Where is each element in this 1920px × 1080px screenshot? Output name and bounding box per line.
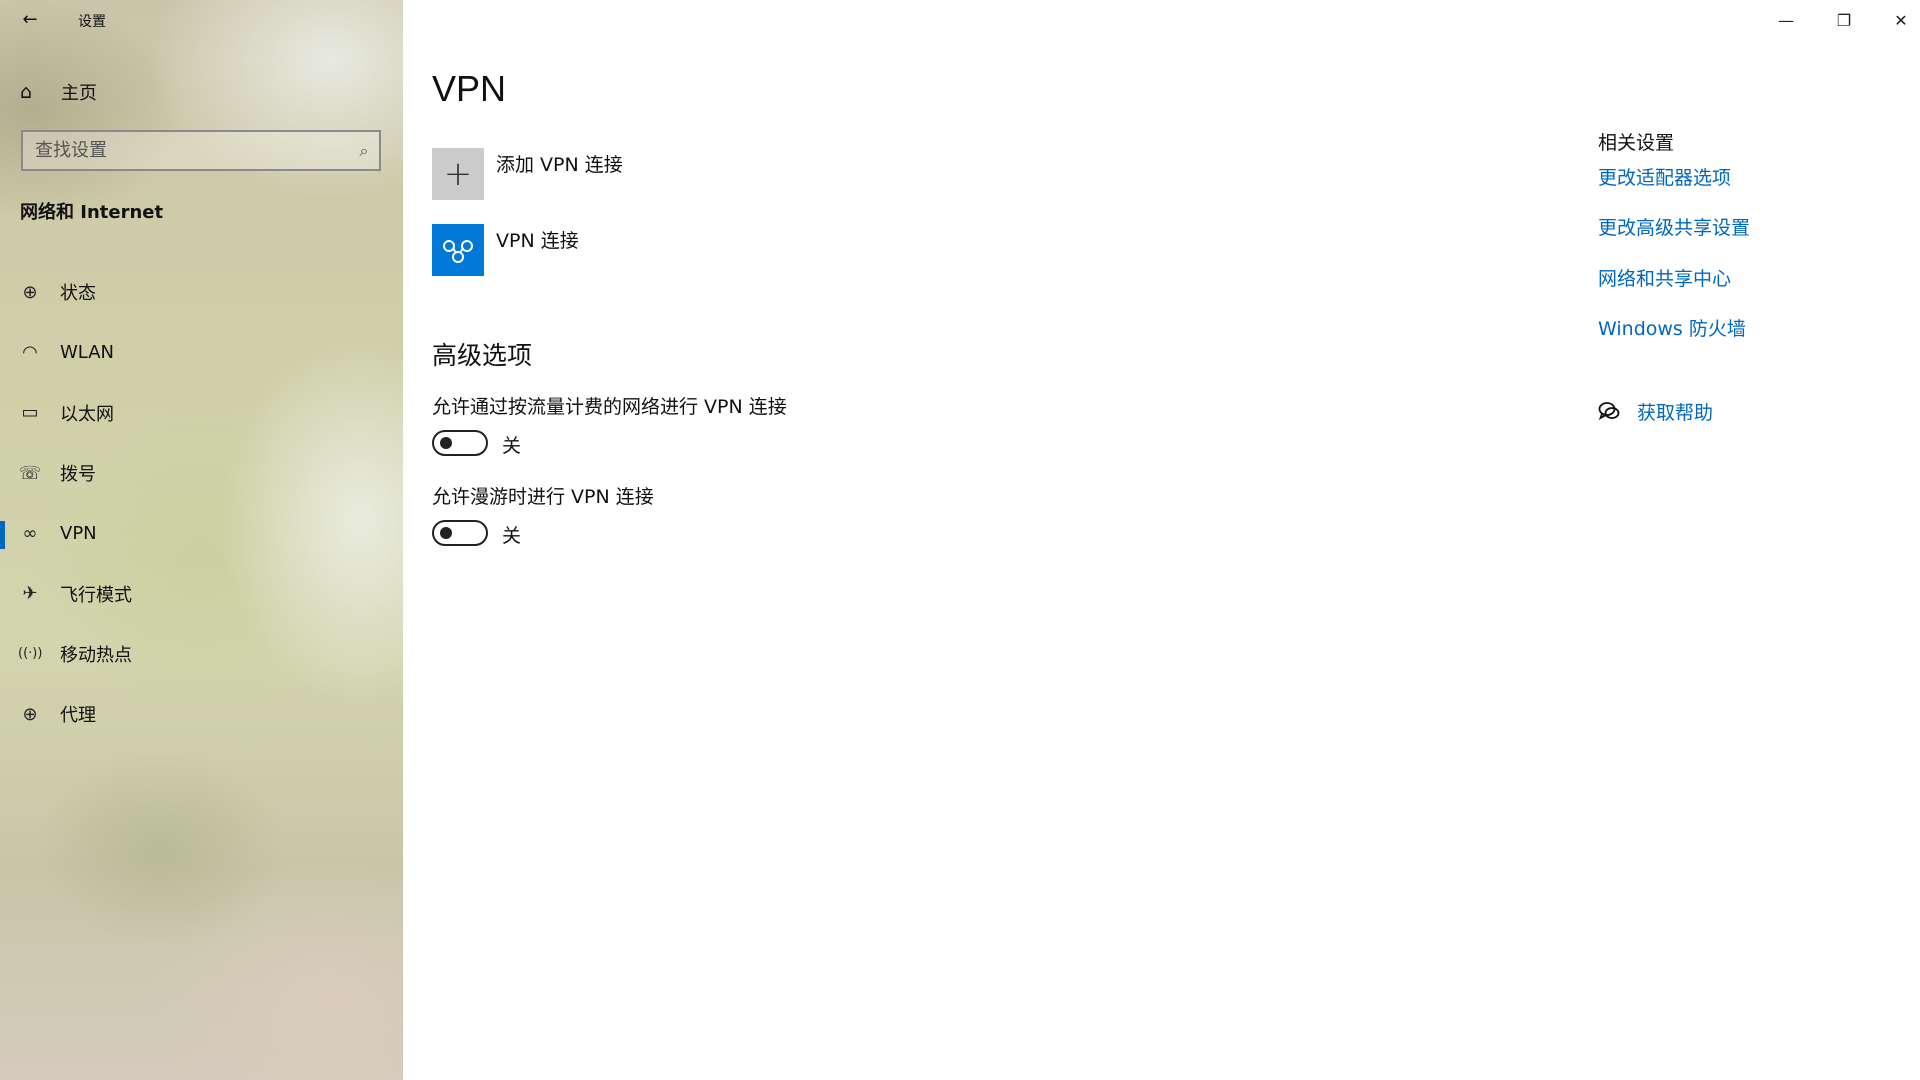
proxy-globe-icon: ⊕ (22, 703, 38, 725)
metered-vpn-label: 允许通过按流量计费的网络进行 VPN 连接 (432, 396, 787, 418)
add-vpn-button[interactable]: + (432, 148, 484, 200)
globe-status-icon: ⊕ (22, 281, 38, 303)
vpn-connection-label[interactable]: VPN 连接 (496, 226, 579, 253)
restore-button[interactable]: ❐ (1815, 0, 1873, 40)
sidebar-item-label: 飞行模式 (60, 584, 132, 606)
hotspot-icon: ((·)) (18, 646, 43, 662)
metered-vpn-toggle[interactable] (432, 430, 488, 456)
sidebar-item-label: 移动热点 (60, 644, 132, 666)
sidebar-nav: ⊕ 状态 ◠ WLAN ▭ 以太网 ☏ 拨号 ∞ VPN ✈ 飞行模式 ((·)… (0, 262, 403, 744)
close-icon: ✕ (1894, 10, 1908, 30)
sidebar-item-label: 状态 (60, 283, 96, 305)
sidebar-item-hotspot[interactable]: ((·)) 移动热点 (0, 624, 403, 684)
wifi-icon: ◠ (22, 341, 38, 363)
minimize-button[interactable]: — (1757, 0, 1815, 40)
minimize-icon: — (1778, 10, 1794, 30)
toggle-knob (440, 437, 452, 449)
sidebar: ← 设置 ⌂ 主页 ⌕ 网络和 Internet ⊕ 状态 ◠ WLAN ▭ 以… (0, 0, 403, 1080)
sidebar-item-label: 代理 (60, 705, 96, 727)
related-settings-title: 相关设置 (1598, 132, 1675, 154)
help-chat-icon (1598, 402, 1620, 420)
vpn-icon: ∞ (22, 522, 38, 544)
restore-icon: ❐ (1836, 10, 1852, 30)
sidebar-item-airplane[interactable]: ✈ 飞行模式 (0, 563, 403, 623)
roaming-vpn-toggle[interactable] (432, 520, 488, 546)
vpn-connection-tile[interactable] (432, 224, 484, 276)
window-title: 设置 (78, 14, 106, 30)
change-adapter-options-link[interactable]: 更改适配器选项 (1598, 163, 1731, 190)
sidebar-item-wlan[interactable]: ◠ WLAN (0, 322, 403, 382)
search-box: ⌕ (21, 130, 381, 171)
vpn-icon (443, 240, 473, 263)
close-button[interactable]: ✕ (1872, 0, 1920, 40)
dialup-icon: ☏ (18, 462, 42, 484)
ethernet-icon: ▭ (21, 402, 39, 424)
metered-vpn-state: 关 (502, 435, 522, 457)
get-help-link[interactable]: 获取帮助 (1637, 398, 1713, 425)
sidebar-item-proxy[interactable]: ⊕ 代理 (0, 684, 403, 744)
section-title: 网络和 Internet (20, 202, 164, 223)
sidebar-item-label: 拨号 (60, 464, 96, 486)
sidebar-item-ethernet[interactable]: ▭ 以太网 (0, 383, 403, 443)
roaming-vpn-label: 允许漫游时进行 VPN 连接 (432, 486, 654, 508)
advanced-options-title: 高级选项 (432, 341, 533, 370)
sidebar-item-status[interactable]: ⊕ 状态 (0, 262, 403, 322)
sidebar-item-vpn[interactable]: ∞ VPN (0, 503, 403, 563)
windows-firewall-link[interactable]: Windows 防火墙 (1598, 314, 1746, 341)
add-vpn-label[interactable]: 添加 VPN 连接 (496, 150, 623, 177)
plus-icon: + (443, 154, 473, 194)
home-nav[interactable]: ⌂ 主页 (20, 78, 97, 106)
home-label: 主页 (61, 83, 97, 104)
search-icon[interactable]: ⌕ (349, 141, 379, 161)
sidebar-item-label: WLAN (60, 341, 115, 363)
sidebar-item-label: VPN (60, 522, 97, 544)
toggle-knob (440, 527, 452, 539)
network-sharing-center-link[interactable]: 网络和共享中心 (1598, 264, 1731, 291)
page-title: VPN (432, 68, 507, 109)
airplane-icon: ✈ (22, 583, 38, 605)
sidebar-item-dialup[interactable]: ☏ 拨号 (0, 443, 403, 503)
back-arrow-icon[interactable]: ← (18, 8, 42, 32)
home-icon: ⌂ (20, 81, 33, 103)
search-input[interactable] (23, 132, 349, 169)
sidebar-item-label: 以太网 (60, 403, 114, 425)
roaming-vpn-state: 关 (502, 525, 522, 547)
advanced-sharing-settings-link[interactable]: 更改高级共享设置 (1598, 213, 1750, 240)
